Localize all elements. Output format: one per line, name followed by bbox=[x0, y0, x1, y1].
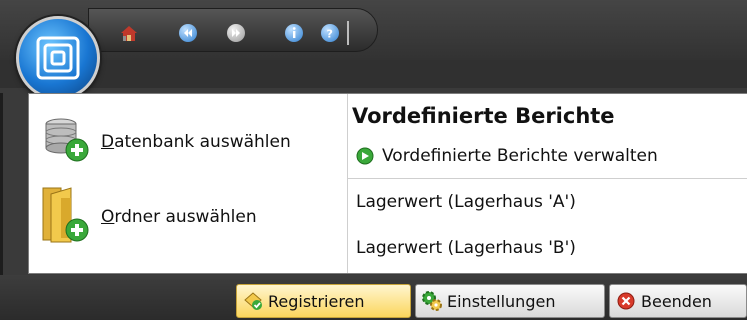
select-folder-button[interactable]: Ordner auswählen bbox=[39, 184, 257, 250]
quick-access-toolbar: ? bbox=[88, 8, 378, 52]
forward-icon[interactable] bbox=[227, 24, 245, 42]
info-icon[interactable] bbox=[285, 24, 303, 42]
exit-label: Beenden bbox=[641, 291, 712, 311]
report-item[interactable]: Lagerwert (Lagerhaus 'B') bbox=[356, 238, 576, 258]
help-icon[interactable]: ? bbox=[321, 24, 339, 42]
manage-reports-link[interactable]: Vordefinierte Berichte verwalten bbox=[356, 146, 658, 166]
select-database-label: Datenbank auswählen bbox=[101, 132, 291, 152]
reports-title: Vordefinierte Berichte bbox=[352, 104, 615, 128]
database-add-icon bbox=[39, 116, 95, 168]
settings-icon bbox=[421, 290, 443, 312]
divider bbox=[348, 178, 747, 179]
ribbon-strip bbox=[0, 60, 747, 88]
toolbar-separator bbox=[347, 21, 349, 45]
home-icon[interactable] bbox=[119, 24, 137, 42]
back-icon[interactable] bbox=[179, 24, 197, 42]
manage-reports-label: Vordefinierte Berichte verwalten bbox=[382, 146, 658, 166]
svg-text:?: ? bbox=[327, 28, 333, 41]
reports-column: Vordefinierte Berichte Vordefinierte Ber… bbox=[347, 94, 747, 273]
register-label: Registrieren bbox=[268, 291, 365, 311]
app-logo-icon[interactable] bbox=[16, 16, 100, 100]
settings-label: Einstellungen bbox=[447, 291, 556, 311]
select-folder-label: Ordner auswählen bbox=[101, 207, 257, 227]
select-database-button[interactable]: Datenbank auswählen bbox=[39, 116, 291, 168]
register-button[interactable]: Registrieren bbox=[236, 284, 411, 318]
folder-add-icon bbox=[39, 184, 95, 250]
main-panel: Datenbank auswählen Ordner auswählen Vor… bbox=[28, 93, 747, 274]
arrow-right-icon bbox=[356, 147, 374, 165]
register-icon bbox=[242, 290, 264, 312]
exit-icon bbox=[615, 290, 637, 312]
exit-button[interactable]: Beenden bbox=[609, 284, 747, 318]
settings-button[interactable]: Einstellungen bbox=[415, 284, 605, 318]
left-edge bbox=[0, 93, 3, 275]
actions-column: Datenbank auswählen Ordner auswählen bbox=[29, 94, 347, 273]
bottom-toolbar: Registrieren Einstellungen Beenden bbox=[0, 275, 747, 320]
title-bar: ? bbox=[0, 0, 747, 60]
report-item[interactable]: Lagerwert (Lagerhaus 'A') bbox=[356, 192, 576, 212]
